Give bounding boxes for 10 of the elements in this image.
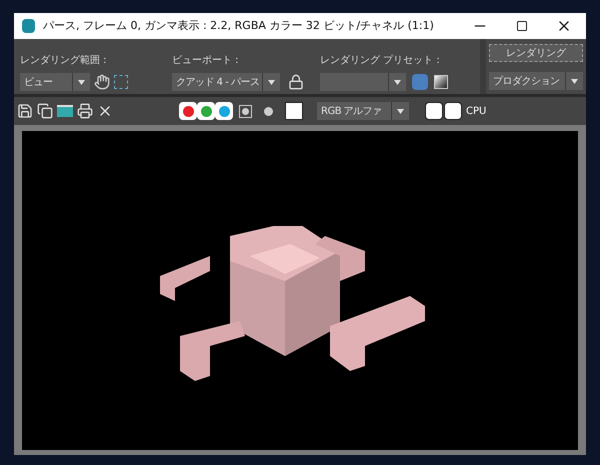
display-channel-select[interactable]: RGB アルファ	[317, 102, 409, 120]
render-area-select[interactable]: ビュー	[20, 73, 90, 91]
window-title: パース, フレーム 0, ガンマ表示 : 2.2, RGBA カラー 32 ビット/チャネル (1:1)	[43, 18, 435, 34]
field-label: レンダリング プリセット :	[320, 54, 441, 68]
render-button[interactable]: レンダリング	[489, 44, 583, 62]
viewport-select[interactable]: クアッド 4 - パース	[172, 73, 280, 91]
field-label: レンダリング範囲 :	[20, 54, 108, 68]
cpu-label: CPU	[466, 104, 486, 118]
render-mode-select[interactable]: プロダクション	[489, 72, 583, 90]
field-label: ビューポート :	[172, 54, 240, 68]
